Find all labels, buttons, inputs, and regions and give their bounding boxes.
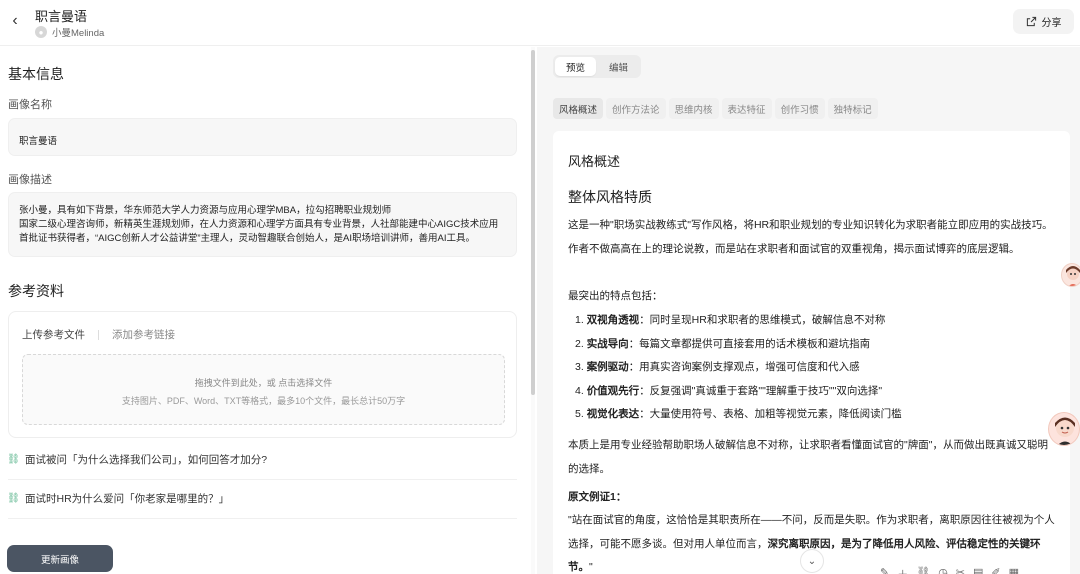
divider [8, 518, 517, 519]
desc-label: 画像描述 [8, 174, 52, 186]
author-name: 小曼Melinda [52, 28, 105, 39]
pen-icon[interactable]: ✎ [880, 566, 889, 574]
page-title: 职言曼语 [35, 9, 88, 24]
scrollbar-thumb[interactable] [531, 50, 535, 395]
tab-habits[interactable]: 创作习惯 [774, 98, 825, 119]
content-heading: 风格概述 [568, 154, 621, 169]
tab-divider [98, 329, 99, 340]
content-paragraph: 最突出的特点包括： [568, 290, 663, 302]
tab-unique-marks[interactable]: 独特标记 [827, 98, 878, 119]
feature-list: 1. 双视角透视：同时呈现HR和求职者的思维模式，破解信息不对称 2. 实战导向… [575, 309, 1055, 427]
reference-link-item[interactable]: ⛓ 面试时HR为什么爱问「你老家是哪里的？」 [7, 486, 517, 510]
list-item: 5. 视觉化表达：大量使用符号、表格、加粗等视觉元素，降低阅读门槛 [575, 408, 902, 420]
link-icon[interactable]: ⛓ [916, 566, 930, 574]
reference-tabs: 上传参考文件 添加参考链接 [22, 327, 175, 342]
clock-icon[interactable]: ◷ [938, 566, 948, 574]
bottom-toolbar: ✎ ＋ ⛓ ◷ ✂ ▤ ✐ ▦ [880, 566, 1019, 574]
back-icon[interactable]: ‹ [6, 12, 24, 30]
reference-upload-card: 上传参考文件 添加参考链接 拖拽文件到此处，或 点击选择文件 支持图片、PDF、… [8, 311, 517, 438]
tab-upload-file[interactable]: 上传参考文件 [22, 327, 85, 342]
grid-icon[interactable]: ▦ [1009, 566, 1019, 574]
profile-description-field[interactable]: 张小曼，具有如下背景，华东师范大学人力资源与应用心理学MBA，拉勾招聘职业规划师… [8, 192, 517, 257]
plus-icon[interactable]: ＋ [897, 566, 908, 574]
divider [8, 479, 517, 480]
tab-preview[interactable]: 预览 [555, 57, 596, 76]
avatar: ● [35, 26, 47, 38]
content-subheading: 整体风格特质 [568, 189, 652, 205]
tab-style-overview[interactable]: 风格概述 [553, 98, 604, 119]
reference-title: 参考资料 [8, 283, 64, 299]
dropzone-hint: 支持图片、PDF、Word、TXT等格式，最多10个文件，最长总计50万字 [121, 396, 406, 406]
list-item: 4. 价值观先行：反复强调"真诚重于套路""理解重于技巧""双向选择" [575, 384, 883, 397]
scroll-down-icon[interactable]: ⌄ [800, 549, 824, 573]
update-profile-button[interactable]: 更新画像 [7, 545, 113, 572]
assistant-avatar[interactable] [1061, 263, 1080, 287]
list-item: 1. 双视角透视：同时呈现HR和求职者的思维模式，破解信息不对称 [575, 314, 886, 326]
tab-add-link[interactable]: 添加参考链接 [112, 327, 175, 342]
section-tabs: 风格概述 创作方法论 思维内核 表达特征 创作习惯 独特标记 [553, 98, 878, 119]
basic-info-title: 基本信息 [8, 66, 64, 82]
reference-link-item[interactable]: ⛓ 面试被问「为什么选择我们公司」，如何回答才加分? [7, 447, 517, 471]
book-icon[interactable]: ▤ [973, 566, 983, 574]
file-dropzone[interactable]: 拖拽文件到此处，或 点击选择文件 支持图片、PDF、Word、TXT等格式，最多… [22, 354, 505, 425]
top-bar: ‹ 职言曼语 ● 小曼Melinda 分享 [0, 0, 1080, 46]
link-icon: ⛓ [7, 453, 20, 465]
tab-thinking-core[interactable]: 思维内核 [668, 98, 719, 119]
link-title: 面试时HR为什么爱问「你老家是哪里的？」 [25, 492, 230, 505]
list-item: 2. 实战导向：每篇文章都提供可直接套用的话术模板和避坑指南 [575, 337, 871, 350]
scissors-icon[interactable]: ✂ [956, 566, 965, 574]
share-label: 分享 [1041, 18, 1062, 29]
tab-expression[interactable]: 表达特征 [721, 98, 772, 119]
share-icon [1026, 16, 1036, 27]
link-icon: ⛓ [7, 492, 20, 504]
desc-text: 张小曼，具有如下背景，华东师范大学人力资源与应用心理学MBA，拉勾招聘职业规划师… [19, 205, 499, 244]
example-title: 原文例证1： [568, 491, 627, 503]
assistant-avatar[interactable] [1048, 412, 1080, 446]
brush-icon[interactable]: ✐ [991, 566, 1000, 574]
mode-tabs: 预览 编辑 [553, 55, 641, 78]
share-button[interactable]: 分享 [1013, 9, 1074, 34]
tab-methodology[interactable]: 创作方法论 [606, 98, 666, 119]
preview-content: 风格概述 整体风格特质 这是一种"职场实战教练式"写作风格，将HR和职业规划的专… [553, 131, 1070, 574]
dropzone-text: 拖拽文件到此处，或 点击选择文件 [194, 378, 333, 388]
preview-panel: 预览 编辑 风格概述 创作方法论 思维内核 表达特征 创作习惯 独特标记 风格概… [537, 47, 1080, 574]
content-paragraph: 本质上是用专业经验帮助职场人破解信息不对称，让求职者看懂面试官的"牌面"，从而做… [568, 439, 1048, 475]
profile-name-field[interactable]: 职言曼语 [8, 118, 517, 156]
content-paragraph: 这是一种"职场实战教练式"写作风格，将HR和职业规划的专业知识转化为求职者能立即… [568, 219, 1053, 255]
tab-edit[interactable]: 编辑 [598, 57, 639, 76]
profile-editor-panel: 基本信息 画像名称 职言曼语 画像描述 张小曼，具有如下背景，华东师范大学人力资… [0, 47, 528, 574]
list-item: 3. 案例驱动：用真实咨询案例支撑观点，增强可信度和代入感 [575, 361, 860, 373]
name-label: 画像名称 [8, 99, 52, 111]
link-title: 面试被问「为什么选择我们公司」，如何回答才加分? [25, 453, 268, 466]
author-info: ● 小曼Melinda [35, 25, 104, 39]
